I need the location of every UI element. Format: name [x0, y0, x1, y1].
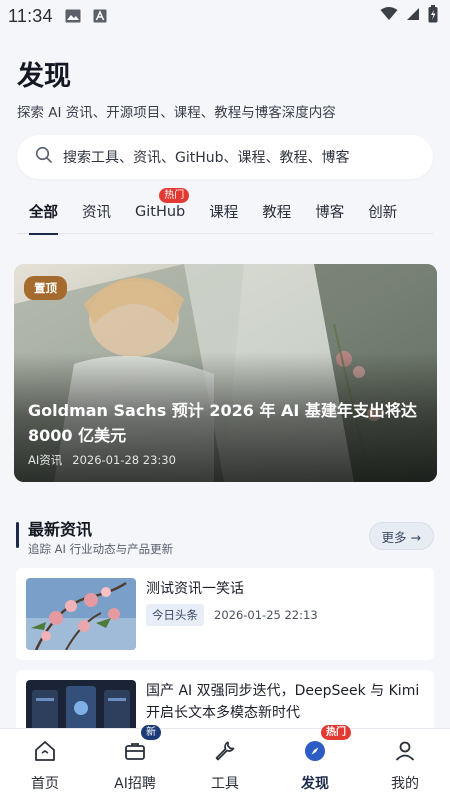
status-time: 11:34: [8, 5, 53, 26]
hot-badge: 热门: [321, 725, 351, 740]
tab-label: 资讯: [82, 205, 111, 221]
news-title: 测试资讯一笑话: [146, 581, 244, 597]
tab-label: GitHub: [135, 203, 186, 220]
page-subtitle: 探索 AI 资讯、开源项目、课程、教程与博客深度内容: [17, 105, 336, 121]
tab-label: 教程: [262, 205, 292, 221]
hot-badge: 热门: [159, 187, 190, 203]
battery-icon: [428, 4, 438, 28]
nav-tools[interactable]: 工具: [180, 729, 270, 800]
tab-label: 博客: [315, 205, 345, 221]
bottom-navigation: 首页 新 AI招聘 工具 热门 发现 我的: [0, 725, 450, 800]
news-meta: 今日头条 2026-01-25 22:13: [146, 604, 318, 626]
news-datetime: 2026-01-25 22:13: [214, 608, 318, 622]
nav-label: 首页: [31, 776, 59, 792]
news-source-tag: 今日头条: [146, 604, 204, 626]
featured-article-card[interactable]: 置顶 Goldman Sachs 预计 2026 年 AI 基建年支出将达 80…: [14, 264, 437, 482]
tab-innovation[interactable]: 创新: [368, 190, 397, 234]
user-icon: [393, 739, 417, 767]
search-input[interactable]: 搜索工具、资讯、GitHub、课程、教程、博客: [17, 135, 433, 179]
latest-news-header: 最新资讯 追踪 AI 行业动态与产品更新 更多 →: [16, 516, 434, 560]
new-badge: 新: [141, 725, 161, 740]
search-placeholder: 搜索工具、资讯、GitHub、课程、教程、博客: [63, 150, 350, 166]
tab-label: 课程: [209, 205, 239, 221]
compass-icon: [303, 739, 327, 767]
tab-news[interactable]: 资讯: [82, 190, 111, 234]
status-bar: 11:34: [0, 0, 450, 32]
nav-discover[interactable]: 热门 发现: [270, 725, 360, 800]
tab-tutorials[interactable]: 教程: [262, 190, 291, 234]
nav-label: AI招聘: [114, 776, 156, 792]
pinned-badge: 置顶: [24, 276, 67, 300]
more-button[interactable]: 更多 →: [368, 522, 434, 550]
tab-courses[interactable]: 课程: [209, 190, 238, 234]
tab-label: 创新: [368, 205, 398, 221]
briefcase-icon: [123, 739, 147, 767]
nav-label: 工具: [211, 776, 239, 792]
nav-label: 我的: [391, 776, 419, 792]
gallery-icon: [65, 9, 81, 23]
nav-home[interactable]: 首页: [0, 729, 90, 800]
featured-article-meta: AI资讯 2026-01-28 23:30: [28, 452, 176, 468]
featured-article-datetime: 2026-01-28 23:30: [72, 453, 176, 467]
news-title: 国产 AI 双强同步迭代，DeepSeek 与 Kimi 开启长文本多模态新时代: [146, 683, 420, 721]
news-list-item[interactable]: 测试资讯一笑话 今日头条 2026-01-25 22:13: [16, 568, 434, 660]
tab-blogs[interactable]: 博客: [315, 190, 344, 234]
signal-icon: [406, 6, 420, 26]
tab-github[interactable]: GitHub 热门: [135, 187, 190, 234]
news-thumbnail: [26, 578, 136, 650]
wrench-icon: [213, 739, 237, 767]
page-title: 发现: [17, 61, 71, 92]
tab-all[interactable]: 全部: [29, 190, 58, 235]
section-subtitle: 追踪 AI 行业动态与产品更新: [28, 542, 174, 556]
category-tabs: 全部 资讯 GitHub 热门 课程 教程 博客 创新: [17, 187, 433, 235]
nav-label: 发现: [301, 776, 329, 792]
section-accent-bar: [16, 522, 19, 548]
search-icon: [35, 146, 53, 168]
tab-label: 全部: [29, 205, 58, 221]
featured-article-category: AI资讯: [28, 453, 63, 467]
section-title: 最新资讯: [28, 520, 93, 539]
nav-profile[interactable]: 我的: [360, 729, 450, 800]
text-a-icon: [93, 9, 107, 23]
featured-article-title: Goldman Sachs 预计 2026 年 AI 基建年支出将达 8000 …: [28, 401, 417, 445]
wifi-icon: [380, 6, 398, 26]
home-icon: [33, 739, 57, 767]
nav-ai-jobs[interactable]: 新 AI招聘: [90, 725, 180, 800]
